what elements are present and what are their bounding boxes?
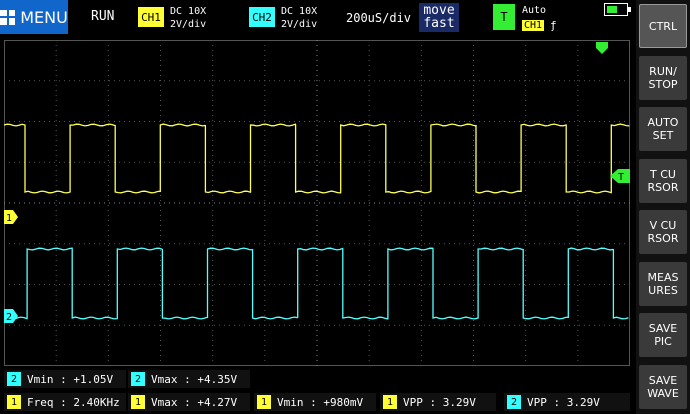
auto-set-button[interactable]: AUTO SET [639, 107, 687, 151]
measure-value: 3.29V [442, 395, 476, 409]
ch2-scale: 2V/div [281, 19, 318, 30]
measure-sep: : [53, 372, 74, 386]
measure-sep: : [177, 395, 198, 409]
ch2-marker-label: 2 [6, 312, 12, 323]
ch1-scale: 2V/div [170, 19, 207, 30]
sidebar: CTRL RUN/ STOP AUTO SET T CU RSOR V CU R… [636, 0, 690, 414]
measure-channel-badge: 1 [257, 395, 271, 409]
measure-label: Vmin [277, 395, 304, 409]
measure-sep: : [422, 395, 443, 409]
scope-screen[interactable]: 1 2 T [4, 40, 630, 366]
save-wave-button[interactable]: SAVE WAVE [639, 365, 687, 409]
battery-icon [604, 3, 631, 16]
measure-channel-badge: 2 [507, 395, 521, 409]
ch1-marker-label: 1 [6, 213, 12, 224]
ctrl-button[interactable]: CTRL [639, 4, 687, 48]
measure-ch1-vmin[interactable]: 1 Vmin : +980mV [254, 393, 376, 411]
timebase[interactable]: 200uS/div [346, 11, 411, 25]
menu-button[interactable]: MENU [0, 0, 68, 34]
measure-label: Freq [27, 395, 54, 409]
measure-sep: : [53, 395, 74, 409]
measure-value: 3.29V [566, 395, 600, 409]
measure-sep: : [177, 372, 198, 386]
ch2-badge[interactable]: CH2 [249, 7, 275, 27]
measure-ch1-freq[interactable]: 1 Freq : 2.40KHz [4, 393, 126, 411]
measure-label: VPP [527, 395, 547, 409]
measure-sep: : [303, 395, 324, 409]
measure-channel-badge: 1 [383, 395, 397, 409]
measure-ch2-vpp[interactable]: 2 VPP : 3.29V [504, 393, 630, 411]
measure-label: Vmax [151, 395, 178, 409]
trigger-badge[interactable]: T [493, 4, 515, 30]
measure-label: VPP [403, 395, 423, 409]
measure-channel-badge: 2 [7, 372, 21, 386]
move-speed-button[interactable]: move fast [419, 3, 459, 32]
ch1-coupling: DC 10X [170, 6, 207, 17]
trigger-level-label: T [618, 172, 624, 183]
menu-label: MENU [20, 7, 68, 27]
measure-value: +980mV [323, 395, 364, 409]
measure-ch1-vpp[interactable]: 1 VPP : 3.29V [380, 393, 496, 411]
save-pic-button[interactable]: SAVE PIC [639, 313, 687, 357]
move-line2: fast [423, 16, 455, 31]
measure-sep: : [546, 395, 567, 409]
waveform-display: 1 2 T [4, 40, 630, 366]
trigger-mode: Auto [522, 5, 547, 16]
measure-ch2-vmax[interactable]: 2 Vmax : +4.35V [128, 370, 250, 388]
top-bar: MENU RUN CH1 DC 10X 2V/div CH2 DC 10X 2V… [0, 0, 634, 34]
trigger-source: CH1 [522, 20, 545, 31]
measure-channel-badge: 1 [7, 395, 21, 409]
run-state[interactable]: RUN [91, 9, 114, 24]
measure-value: +4.27V [197, 395, 238, 409]
measure-value: +1.05V [73, 372, 114, 386]
measure-ch2-vmin[interactable]: 2 Vmin : +1.05V [4, 370, 126, 388]
measure-channel-badge: 2 [131, 372, 145, 386]
measure-label: Vmin [27, 372, 54, 386]
grid-icon [0, 9, 16, 25]
v-cursor-button[interactable]: V CU RSOR [639, 210, 687, 254]
measure-label: Vmax [151, 372, 178, 386]
trigger-edge-icon: ƒ [550, 19, 557, 32]
measure-value: 2.40KHz [73, 395, 120, 409]
measures-button[interactable]: MEAS URES [639, 262, 687, 306]
measure-channel-badge: 1 [131, 395, 145, 409]
t-cursor-button[interactable]: T CU RSOR [639, 159, 687, 203]
measure-ch1-vmax[interactable]: 1 Vmax : +4.27V [128, 393, 250, 411]
ch2-coupling: DC 10X [281, 6, 318, 17]
run-stop-button[interactable]: RUN/ STOP [639, 56, 687, 100]
measure-value: +4.35V [197, 372, 238, 386]
ch1-badge[interactable]: CH1 [138, 7, 164, 27]
